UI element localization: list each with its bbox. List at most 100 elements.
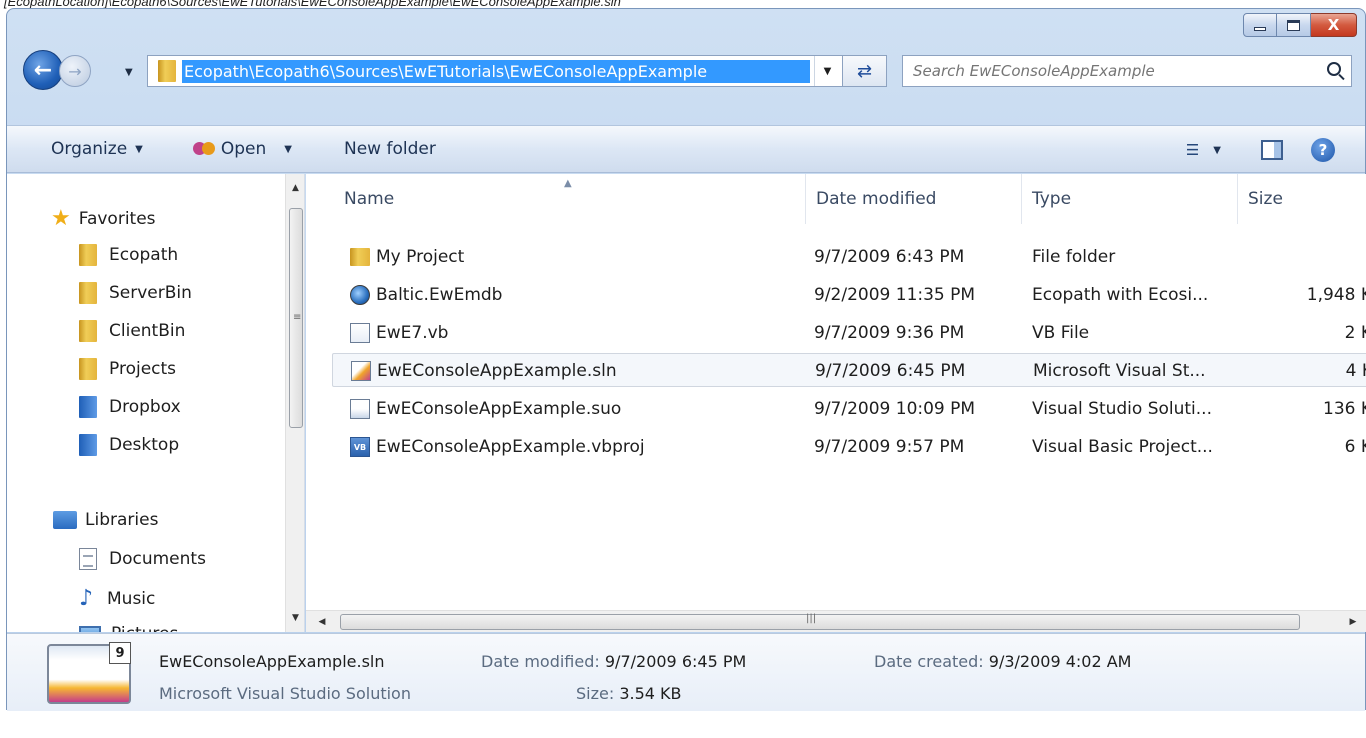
- details-label: Size:: [576, 684, 615, 703]
- file-name: EwEConsoleAppExample.sln: [377, 361, 617, 381]
- file-list-scrollbar[interactable]: ◀ ||| ▶: [306, 610, 1366, 632]
- sort-ascending-icon: ▲: [564, 178, 572, 189]
- help-icon[interactable]: ?: [1311, 138, 1335, 162]
- music-icon: ♪: [79, 586, 94, 611]
- close-button[interactable]: X: [1311, 13, 1357, 37]
- file-name-cell[interactable]: EwE7.vb: [350, 316, 790, 350]
- details-value: 9/3/2009 4:02 AM: [988, 652, 1132, 671]
- file-name-cell[interactable]: VB EwEConsoleAppExample.vbproj: [350, 430, 790, 464]
- file-name-cell[interactable]: EwEConsoleAppExample.sln: [351, 354, 791, 388]
- chevron-down-icon: ▼: [1213, 144, 1221, 156]
- address-text[interactable]: Ecopath\Ecopath6\Sources\EwETutorials\Ew…: [182, 59, 810, 83]
- sidebar-item-label: Documents: [109, 549, 206, 569]
- file-name: Baltic.EwEmdb: [376, 285, 503, 305]
- favorites-label: Favorites: [78, 208, 156, 229]
- sidebar-item-desktop[interactable]: Desktop: [79, 434, 179, 456]
- scroll-down-icon[interactable]: ▼: [286, 608, 304, 628]
- close-icon: X: [1327, 16, 1340, 34]
- dropbox-icon: [79, 396, 97, 418]
- minimize-button[interactable]: [1243, 13, 1277, 37]
- size-cell: 136 K: [1323, 399, 1366, 419]
- refresh-icon: ⇄: [856, 60, 873, 82]
- sidebar-item-documents[interactable]: Documents: [79, 548, 206, 570]
- file-name: My Project: [376, 247, 465, 267]
- visual-studio-icon: [192, 142, 215, 156]
- open-button[interactable]: Open ▼: [187, 139, 298, 159]
- scroll-up-icon[interactable]: ▲: [286, 178, 304, 198]
- preview-pane-icon[interactable]: [1261, 140, 1283, 160]
- minimize-icon: [1254, 27, 1266, 31]
- libraries-label: Libraries: [85, 510, 159, 530]
- refresh-button[interactable]: ⇄: [842, 56, 886, 86]
- type-cell: Microsoft Visual St...: [1033, 361, 1206, 381]
- table-row[interactable]: Baltic.EwEmdb 9/2/2009 11:35 PM Ecopath …: [332, 278, 1366, 312]
- version-badge: 9: [109, 642, 131, 664]
- organize-button[interactable]: Organize ▼: [45, 139, 149, 159]
- maximize-button[interactable]: [1277, 13, 1311, 37]
- type-cell: VB File: [1032, 323, 1090, 343]
- change-view-button[interactable]: ☰ ▼: [1180, 141, 1227, 159]
- back-arrow-icon: ←: [33, 57, 53, 83]
- date-cell: 9/7/2009 6:43 PM: [814, 247, 965, 267]
- sidebar-item-music[interactable]: ♪ Music: [79, 586, 155, 611]
- command-bar: Organize ▼ Open ▼ New folder ☰ ▼ ?: [7, 125, 1365, 173]
- folder-icon: [158, 60, 176, 82]
- caption-buttons: X: [1243, 13, 1357, 37]
- table-row[interactable]: VB EwEConsoleAppExample.vbproj 9/7/2009 9…: [332, 430, 1366, 464]
- file-name-cell[interactable]: My Project: [350, 240, 790, 274]
- navigation-pane: ★ Favorites Ecopath ServerBin ClientBin …: [7, 174, 305, 632]
- details-date-created: Date created: 9/3/2009 4:02 AM: [874, 652, 1131, 671]
- sidebar-item-label: Ecopath: [109, 245, 179, 265]
- table-row-selected[interactable]: EwEConsoleAppExample.sln 9/7/2009 6:45 P…: [332, 353, 1366, 387]
- file-name: EwE7.vb: [376, 323, 449, 343]
- address-dropdown-button[interactable]: ▼: [814, 56, 840, 86]
- navigation-bar: ← → ▼ Ecopath\Ecopath6\Sources\EwETutori…: [7, 37, 1365, 101]
- column-header-size[interactable]: Size: [1238, 174, 1366, 224]
- folder-icon: [79, 244, 97, 266]
- favorites-header[interactable]: ★ Favorites: [51, 206, 156, 231]
- details-date-modified: Date modified: 9/7/2009 6:45 PM: [481, 652, 746, 671]
- sidebar-item-serverbin[interactable]: ServerBin: [79, 282, 192, 304]
- scroll-left-icon[interactable]: ◀: [312, 611, 332, 632]
- column-header-type[interactable]: Type: [1022, 174, 1238, 224]
- size-cell: 6 K: [1344, 437, 1366, 457]
- solution-icon: [351, 361, 371, 381]
- file-name-cell[interactable]: Baltic.EwEmdb: [350, 278, 790, 312]
- table-row[interactable]: My Project 9/7/2009 6:43 PM File folder: [332, 240, 1366, 274]
- table-row[interactable]: EwEConsoleAppExample.suo 9/7/2009 10:09 …: [332, 392, 1366, 426]
- sidebar-item-ecopath[interactable]: Ecopath: [79, 244, 178, 266]
- column-header-date[interactable]: Date modified: [806, 174, 1022, 224]
- folder-icon: [79, 282, 97, 304]
- sidebar-item-clientbin[interactable]: ClientBin: [79, 320, 185, 342]
- sidebar-item-dropbox[interactable]: Dropbox: [79, 396, 181, 418]
- details-filename: EwEConsoleAppExample.sln: [159, 652, 385, 671]
- size-cell: 4 K: [1345, 361, 1366, 381]
- search-input[interactable]: [913, 62, 1293, 80]
- recent-pages-dropdown[interactable]: ▼: [125, 67, 133, 78]
- table-row[interactable]: EwE7.vb 9/7/2009 9:36 PM VB File 2 K: [332, 316, 1366, 350]
- file-list: Name ▲ Date modified Type Size My Projec…: [306, 174, 1366, 632]
- sidebar-item-pictures[interactable]: Pictures: [79, 624, 178, 632]
- file-name: EwEConsoleAppExample.suo: [376, 399, 622, 419]
- search-box[interactable]: [902, 55, 1352, 87]
- chevron-down-icon: ▼: [284, 143, 292, 155]
- scroll-right-icon[interactable]: ▶: [1343, 611, 1363, 632]
- column-header-name[interactable]: Name ▲: [334, 174, 806, 224]
- organize-label: Organize: [51, 139, 128, 159]
- sidebar-item-projects[interactable]: Projects: [79, 358, 176, 380]
- back-button[interactable]: ←: [23, 50, 63, 90]
- size-cell: 1,948 K: [1306, 285, 1366, 305]
- forward-button[interactable]: →: [59, 55, 91, 87]
- libraries-header[interactable]: Libraries: [53, 510, 158, 530]
- new-folder-button[interactable]: New folder: [338, 139, 442, 159]
- column-header-label: Date modified: [816, 189, 937, 209]
- command-bar-right: ☰ ▼ ?: [1180, 126, 1365, 174]
- file-name-cell[interactable]: EwEConsoleAppExample.suo: [350, 392, 790, 426]
- date-cell: 9/7/2009 9:57 PM: [814, 437, 965, 457]
- details-pane: 9 EwEConsoleAppExample.sln Microsoft Vis…: [7, 633, 1365, 711]
- navigation-pane-scrollbar[interactable]: ▲ ≡ ▼: [285, 174, 304, 632]
- scrollbar-thumb[interactable]: [340, 614, 1300, 630]
- database-icon: [350, 285, 370, 305]
- search-icon[interactable]: [1327, 62, 1341, 76]
- address-bar[interactable]: Ecopath\Ecopath6\Sources\EwETutorials\Ew…: [147, 55, 887, 87]
